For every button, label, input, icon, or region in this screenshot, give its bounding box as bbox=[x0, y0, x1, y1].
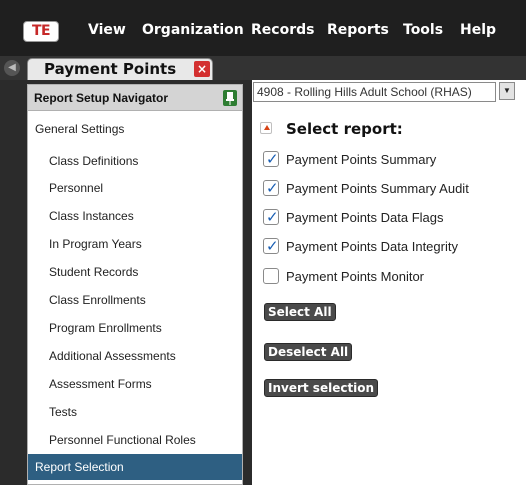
navigator-list: General Settings Class Definitions Personn… bbox=[27, 111, 243, 485]
pin-icon-glyph bbox=[226, 92, 234, 105]
sidebar-item-label: Class Instances bbox=[49, 209, 134, 223]
sidebar-item-label: Student Records bbox=[49, 265, 139, 279]
chevron-down-icon[interactable]: ▼ bbox=[499, 82, 515, 100]
report-label: Payment Points Summary Audit bbox=[286, 181, 469, 196]
sidebar-item[interactable]: In Program Years bbox=[28, 231, 242, 257]
sidebar-item[interactable]: Student Records bbox=[28, 259, 242, 285]
menu-tools[interactable]: Tools bbox=[403, 22, 443, 38]
pin-icon[interactable] bbox=[223, 90, 237, 106]
school-select[interactable]: 4908 - Rolling Hills Adult School (RHAS) bbox=[253, 82, 496, 102]
tab-payment-points[interactable]: Payment Points × bbox=[27, 58, 213, 80]
deselect-all-button[interactable]: Deselect All bbox=[264, 343, 353, 361]
sidebar-item[interactable]: Personnel Functional Roles bbox=[28, 427, 242, 453]
sidebar-item-label: Additional Assessments bbox=[49, 349, 176, 363]
sidebar-item-label: Tests bbox=[49, 405, 78, 419]
collapse-icon[interactable] bbox=[260, 122, 272, 134]
checkmark-icon: ✓ bbox=[266, 208, 279, 226]
sidebar-item-label: In Program Years bbox=[49, 237, 142, 251]
sidebar-item[interactable]: Additional Assessments bbox=[28, 343, 242, 369]
report-checkbox[interactable] bbox=[263, 268, 279, 284]
menu-reports[interactable]: Reports bbox=[327, 22, 389, 38]
school-select-value: 4908 - Rolling Hills Adult School (RHAS) bbox=[257, 85, 472, 99]
navigator-title: Report Setup Navigator bbox=[34, 91, 169, 105]
tab-strip: ◀ Payment Points × bbox=[0, 56, 526, 80]
sidebar-item[interactable]: Tests bbox=[28, 399, 242, 425]
app-window: TE View Organization Records Reports Too… bbox=[0, 0, 526, 485]
sidebar-item[interactable]: Program Enrollments bbox=[28, 315, 242, 341]
select-all-button[interactable]: Select All bbox=[264, 303, 336, 321]
sidebar-item-label: General Settings bbox=[35, 122, 125, 136]
menu-help[interactable]: Help bbox=[460, 22, 496, 38]
report-label: Payment Points Summary bbox=[286, 152, 437, 167]
sidebar-item-label: Class Enrollments bbox=[49, 293, 146, 307]
tab-scroll-left-icon[interactable]: ◀ bbox=[4, 60, 20, 76]
checkmark-icon: ✓ bbox=[266, 179, 279, 197]
app-logo-text: TE bbox=[31, 23, 51, 39]
report-checkbox[interactable]: ✓ bbox=[263, 237, 279, 255]
app-logo[interactable]: TE bbox=[23, 21, 59, 42]
sidebar-item-label: Personnel Functional Roles bbox=[49, 433, 196, 447]
close-icon[interactable]: × bbox=[194, 61, 210, 77]
sidebar-item[interactable]: Class Definitions bbox=[28, 148, 242, 174]
report-label: Payment Points Data Integrity bbox=[286, 239, 458, 254]
checkmark-icon: ✓ bbox=[266, 237, 279, 255]
report-checkbox[interactable]: ✓ bbox=[263, 208, 279, 226]
report-checkbox[interactable]: ✓ bbox=[263, 150, 279, 168]
sidebar-item-label: Personnel bbox=[49, 181, 104, 195]
navigator-header: Report Setup Navigator bbox=[27, 84, 243, 111]
invert-selection-button[interactable]: Invert selection bbox=[264, 379, 379, 397]
sidebar-item[interactable]: Class Instances bbox=[28, 203, 242, 229]
sidebar-item-label: Program Enrollments bbox=[49, 321, 162, 335]
report-label: Payment Points Monitor bbox=[286, 269, 425, 284]
sidebar-item-label: Report Selection bbox=[35, 460, 124, 474]
sidebar-item[interactable]: Assessment Forms bbox=[28, 371, 242, 397]
menu-view[interactable]: View bbox=[88, 22, 126, 38]
sidebar-item-label: Class Definitions bbox=[49, 154, 139, 168]
menu-organization[interactable]: Organization bbox=[142, 22, 244, 38]
report-checkbox[interactable]: ✓ bbox=[263, 179, 279, 197]
menu-bar: TE View Organization Records Reports Too… bbox=[0, 0, 526, 56]
checkmark-icon: ✓ bbox=[266, 150, 279, 168]
sidebar-item[interactable]: Personnel bbox=[28, 175, 242, 201]
sidebar-item[interactable]: Class Enrollments bbox=[28, 287, 242, 313]
tab-label: Payment Points bbox=[44, 60, 177, 78]
menu-records[interactable]: Records bbox=[251, 22, 314, 38]
sidebar-item-label: Assessment Forms bbox=[49, 377, 152, 391]
sidebar-item[interactable]: General Settings bbox=[28, 116, 242, 142]
report-label: Payment Points Data Flags bbox=[286, 210, 444, 225]
sidebar-item[interactable]: Report Selection bbox=[28, 454, 242, 480]
section-title: Select report: bbox=[286, 120, 403, 138]
